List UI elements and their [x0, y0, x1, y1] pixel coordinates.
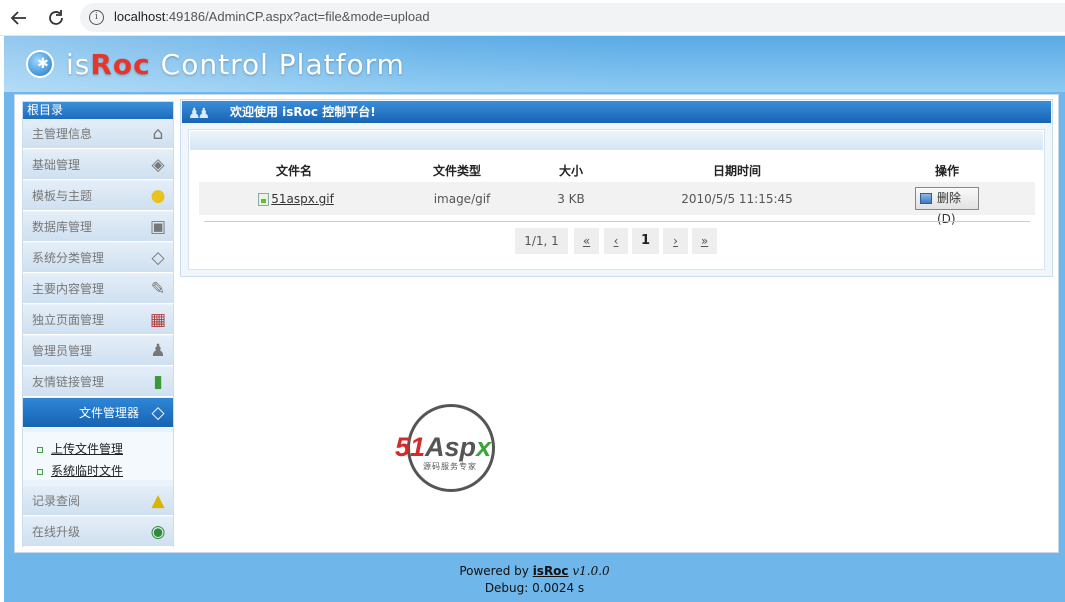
logo-rest: Control Platform — [150, 48, 405, 81]
welcome-title: 欢迎使用 isRoc 控制平台! — [230, 105, 376, 119]
pager-first[interactable]: « — [574, 228, 599, 254]
reload-icon — [49, 10, 63, 25]
sidebar-item-basic[interactable]: 基础管理 ◈ — [23, 150, 173, 180]
main-panel: 根目录 主管理信息 ⌂ 基础管理 ◈ 模板与主题 ● 数据库管理 ▣ 系统分类管理 ◇ 主… — [14, 94, 1059, 553]
bottle-icon: ▮ — [153, 372, 163, 392]
users-icon: ♟ — [150, 341, 166, 361]
delete-icon — [920, 193, 932, 204]
sidebar-item-database[interactable]: 数据库管理 ▣ — [23, 212, 173, 242]
file-table: 文件名 文件类型 大小 日期时间 操作 51aspx.gif image/gif… — [188, 129, 1045, 270]
info-icon[interactable]: i — [89, 10, 104, 25]
sidebar-item-label: 管理员管理 — [32, 344, 93, 358]
book-icon: ✎ — [150, 279, 166, 299]
pager-info: 1/1, 1 — [515, 228, 568, 254]
cube-icon: ◈ — [151, 155, 165, 175]
globe-icon: ◉ — [150, 522, 166, 542]
logo-roc: Roc — [90, 48, 151, 81]
pager-last[interactable]: » — [692, 228, 717, 254]
logo-is: is — [66, 48, 91, 81]
sidebar-item-label: 文件管理器 — [78, 406, 139, 420]
brand-link[interactable]: isRoc — [533, 564, 569, 578]
sidebar-item-label: 系统分类管理 — [32, 251, 105, 265]
logo-text: isRoc Control Platform — [66, 48, 405, 81]
sidebar-item-content[interactable]: 主要内容管理 ✎ — [23, 274, 173, 304]
folder-icon: ◇ — [151, 403, 165, 423]
column-header-filename: 文件名 — [275, 164, 312, 178]
sidebar-item-label: 数据库管理 — [32, 220, 93, 234]
sidebar-item-label: 模板与主题 — [32, 189, 93, 203]
debug-text: Debug: 0.0024 s — [484, 581, 585, 595]
pager-current: 1 — [632, 228, 659, 254]
version-text: v1.0.0 — [572, 564, 610, 578]
reload-button[interactable] — [43, 5, 69, 31]
users-icon: ♟♟ — [188, 106, 210, 122]
sidebar-item-file-manager[interactable]: 文件管理器 ◇ — [23, 398, 173, 428]
sidebar-item-admins[interactable]: 管理员管理 ♟ — [23, 336, 173, 366]
pager-prev[interactable]: ‹ — [604, 228, 628, 254]
table-row: 51aspx.gif image/gif 3 KB 2010/5/5 11:15… — [199, 182, 1035, 226]
sidebar-item-links[interactable]: 友情链接管理 ▮ — [23, 367, 173, 397]
file-manager-submenu: 上传文件管理 系统临时文件 — [23, 432, 173, 480]
powered-by: Powered by isRoc v1.0.0 — [459, 564, 610, 578]
lightbulb-icon: ● — [150, 186, 166, 206]
file-type-cell: image/gif — [433, 192, 491, 206]
browser-toolbar: i localhost:49186/AdminCP.aspx?act=file&… — [0, 0, 1065, 36]
sidebar-item-pages[interactable]: 独立页面管理 ▦ — [23, 305, 173, 335]
sidebar-item-upgrade[interactable]: 在线升级 ◉ — [23, 517, 173, 547]
submenu-upload-files[interactable]: 上传文件管理 — [37, 440, 123, 457]
sidebar-item-label: 记录查阅 — [32, 494, 81, 508]
file-size-cell: 3 KB — [557, 192, 585, 206]
sidebar-item-label: 基础管理 — [32, 158, 81, 172]
pager-next[interactable]: › — [663, 228, 688, 254]
sidebar-item-main-info[interactable]: 主管理信息 ⌂ — [23, 119, 173, 149]
back-arrow-icon — [10, 11, 26, 25]
sidebar-item-label: 在线升级 — [32, 525, 81, 539]
sidebar-item-label: 友情链接管理 — [32, 375, 105, 389]
column-header-datetime: 日期时间 — [712, 164, 761, 178]
footer: Powered by isRoc v1.0.0 Debug: 0.0024 s — [4, 563, 1065, 597]
books-icon: ▦ — [149, 310, 167, 330]
column-header-size: 大小 — [558, 164, 583, 178]
column-header-type: 文件类型 — [432, 164, 481, 178]
content-panel: ♟♟ 欢迎使用 isRoc 控制平台! 文件名 文件类型 大小 日期时间 操作 … — [180, 99, 1053, 277]
file-datetime-cell: 2010/5/5 11:15:45 — [681, 192, 793, 206]
warning-icon: ▲ — [151, 491, 165, 511]
url-path: :49186/AdminCP.aspx?act=file&mode=upload — [165, 9, 430, 24]
sidebar-item-label: 主管理信息 — [32, 127, 93, 141]
submenu-temp-files[interactable]: 系统临时文件 — [37, 462, 123, 479]
sidebar-item-templates[interactable]: 模板与主题 ● — [23, 181, 173, 211]
database-icon: ▣ — [149, 217, 167, 237]
bullet-icon — [37, 468, 43, 475]
address-bar[interactable]: i localhost:49186/AdminCP.aspx?act=file&… — [80, 3, 1065, 32]
logo-icon: ✱ — [26, 50, 54, 78]
delete-button[interactable]: 删除(D) — [915, 187, 979, 226]
file-name-cell: 51aspx.gif — [256, 192, 336, 206]
sidebar-item-categories[interactable]: 系统分类管理 ◇ — [23, 243, 173, 273]
diamond-icon: ◇ — [151, 248, 165, 268]
bullet-icon — [37, 446, 43, 453]
sidebar-title: 根目录 — [23, 102, 173, 119]
url-text: localhost:49186/AdminCP.aspx?act=file&mo… — [114, 9, 430, 24]
sidebar: 根目录 主管理信息 ⌂ 基础管理 ◈ 模板与主题 ● 数据库管理 ▣ 系统分类管理 ◇ 主… — [22, 101, 174, 547]
watermark-logo: 51Aspx 源码服务专家 — [395, 404, 515, 494]
header-banner: ✱ isRoc Control Platform — [4, 36, 1065, 92]
content-header: ♟♟ 欢迎使用 isRoc 控制平台! — [182, 101, 1051, 123]
image-file-icon — [258, 193, 270, 206]
url-host: localhost — [114, 9, 166, 24]
admin-page: ✱ isRoc Control Platform 根目录 主管理信息 ⌂ 基础管理… — [4, 36, 1065, 602]
sidebar-item-label: 主要内容管理 — [32, 282, 105, 296]
file-link[interactable]: 51aspx.gif — [271, 192, 334, 206]
column-header-action: 操作 — [934, 164, 959, 178]
house-icon: ⌂ — [152, 124, 164, 144]
sidebar-item-logs[interactable]: 记录查阅 ▲ — [23, 486, 173, 516]
sidebar-item-label: 独立页面管理 — [32, 313, 105, 327]
back-button[interactable] — [6, 5, 32, 31]
